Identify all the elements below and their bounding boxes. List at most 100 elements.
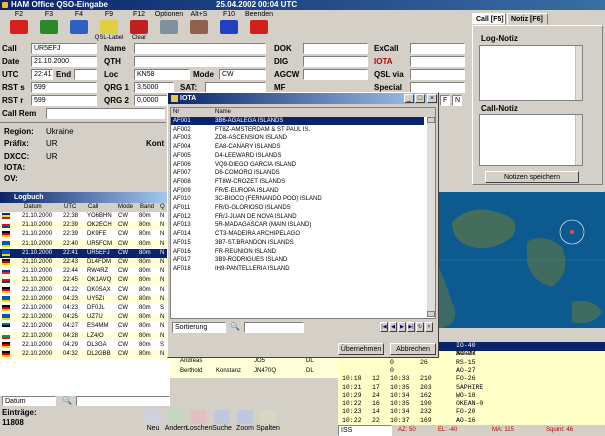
col-utc[interactable]: UTC xyxy=(64,203,76,212)
satellite-row[interactable]: 10:23 14 10:34 232 FO-20 xyxy=(338,408,605,417)
log-notiz-memo[interactable] xyxy=(479,45,583,101)
sort-select[interactable]: Sortierung xyxy=(172,322,226,333)
satellite-row[interactable]: 0 AO-27 xyxy=(338,367,605,376)
rst-s-field[interactable]: 599 xyxy=(31,82,97,93)
toolbar-button-7[interactable]: F10 xyxy=(212,10,246,40)
iota-row[interactable]: AF007 D6-COMORO ISLANDS xyxy=(171,169,424,178)
tab-call[interactable]: Call [F5] xyxy=(472,13,506,25)
table-row[interactable]: 21.10.2000 22:40 UR5FCM CW 80m N xyxy=(0,239,170,249)
close-button[interactable]: × xyxy=(427,94,437,103)
toolbar-button-8[interactable]: Beenden xyxy=(242,10,276,40)
col-band[interactable]: Band xyxy=(140,203,154,212)
iota-row[interactable]: AF003 ZD8-ASCENSION ISLAND xyxy=(171,134,424,143)
iota-row[interactable]: AF004 EA8-CANARY ISLANDS xyxy=(171,143,424,152)
iota-search-input[interactable] xyxy=(244,322,304,333)
table-row[interactable]: 21.10.2000 22:44 RW4RZ CW 80m N xyxy=(0,267,170,276)
table-row[interactable]: 22.10.2000 04:28 LZ4/O CW 80m N xyxy=(0,331,170,341)
prev-button[interactable]: ◀ xyxy=(389,322,397,332)
iota-row[interactable]: AF001 3B6-AGALEGA ISLANDS xyxy=(171,117,424,126)
spalten-button[interactable]: Spalten xyxy=(255,410,281,432)
rst-r-field[interactable]: 599 xyxy=(31,95,97,106)
table-row[interactable]: 22.10.2000 04:22 DK0SAX CW 80m N xyxy=(0,285,170,295)
col-mode[interactable]: Mode xyxy=(118,203,133,212)
call-field[interactable]: UR5EFJ xyxy=(31,43,97,54)
end-field[interactable] xyxy=(74,69,97,80)
iota-row[interactable]: AF009 FR/E-EUROPA ISLAND xyxy=(171,186,424,195)
table-row[interactable]: 21.10.2000 22:39 DK9FE CW 80m N xyxy=(0,230,170,240)
loc-field[interactable]: KN58 xyxy=(134,69,190,80)
qth-field[interactable] xyxy=(134,56,266,67)
toolbar-button-5[interactable]: Optionen xyxy=(152,10,186,40)
table-row[interactable]: 21.10.2000 22:38 YO6BHN CW 80m N xyxy=(0,212,170,221)
save-notes-button[interactable]: Notizen speichern xyxy=(485,171,579,183)
f-field[interactable]: F xyxy=(440,95,450,106)
toolbar-button-2[interactable]: F4 xyxy=(62,10,96,40)
table-row[interactable]: 22.10.2000 04:27 ES4MM CW 80m N xyxy=(0,322,170,332)
table-row[interactable]: 21.10.2000 22:39 OK2ECH CW 80m N xyxy=(0,221,170,230)
toolbar-button-4[interactable]: F12 Clear xyxy=(122,10,156,41)
name-field[interactable] xyxy=(134,43,266,54)
satellite-select[interactable]: ISS xyxy=(338,425,392,436)
iota-row[interactable]: AF002 FT8Z-AMSTERDAM & ST PAUL IS. xyxy=(171,125,424,134)
satellite-row[interactable]: 0 26 RS-15 xyxy=(338,359,605,368)
iota-rows[interactable]: AF001 3B6-AGALEGA ISLANDS AF002 FT8Z-AMSTER… xyxy=(171,117,427,317)
iota-label[interactable]: IOTA xyxy=(374,57,393,66)
table-row[interactable]: 21.10.2000 22:45 OK1AVQ CW 80m N xyxy=(0,276,170,286)
iota-list[interactable]: Nr Name AF001 3B6-AGALEGA ISLANDS AF002 FT8… xyxy=(170,107,436,319)
iota-row[interactable]: AF012 FR/J-JUAN DE NOVA ISLAND xyxy=(171,212,424,221)
date-field[interactable]: 21.10.2000 xyxy=(31,56,97,67)
cancel-nav-button[interactable]: × xyxy=(425,322,433,332)
satellite-row[interactable]: 10:18 12 10:33 210 FO-26 xyxy=(338,375,605,384)
iota-row[interactable]: AF017 3B9-RODRIGUES ISLAND xyxy=(171,256,424,265)
maximize-button[interactable]: □ xyxy=(415,94,425,103)
first-button[interactable]: |◀ xyxy=(380,322,388,332)
agcw-field[interactable] xyxy=(303,69,368,80)
utc-field[interactable]: 22:41 xyxy=(31,69,53,80)
satellite-row[interactable]: 10:22 22 10:37 169 AO-16 xyxy=(338,417,605,426)
satellite-row[interactable]: 10:21 17 10:35 203 SAPHIRE xyxy=(338,384,605,393)
col-name[interactable]: Name xyxy=(215,108,231,117)
table-row[interactable]: 22.10.2000 04:23 UY5ZI CW 80m N xyxy=(0,294,170,304)
table-row[interactable]: 22.10.2000 04:29 DL3GA CW 80m S xyxy=(0,340,170,350)
iota-scrollbar[interactable] xyxy=(427,117,435,317)
mode-field[interactable]: CW xyxy=(219,69,266,80)
n-field[interactable]: N xyxy=(452,95,462,106)
toolbar-button-3[interactable]: F9 QSL-Label xyxy=(92,10,126,41)
table-row[interactable]: 22.10.2000 04:23 DF0JL CW 80m S xyxy=(0,304,170,313)
iota-row[interactable]: AF014 CT3-MADEIRA ARCHIPELAGO xyxy=(171,230,424,239)
iota-row[interactable]: AF018 IH9-PANTELLERIA ISLAND xyxy=(171,264,424,274)
col-datum[interactable]: Datum xyxy=(24,203,42,212)
iota-row[interactable]: AF005 D4-LEEWARD ISLANDS xyxy=(171,151,424,160)
accept-button[interactable]: Übernehmen xyxy=(338,343,384,355)
refresh-button[interactable]: ↻ xyxy=(416,322,424,332)
minimize-button[interactable]: _ xyxy=(404,94,414,103)
iota-row[interactable]: AF016 FR-REUNION ISLAND xyxy=(171,247,424,256)
dok-field[interactable] xyxy=(303,43,368,54)
toolbar-button-6[interactable]: Alt+S xyxy=(182,10,216,40)
satellite-row[interactable]: 10:22 16 10:35 190 OKEAN-0 xyxy=(338,400,605,409)
call-rem-field[interactable] xyxy=(46,108,165,119)
search-input[interactable] xyxy=(76,396,170,406)
logbuch-grid[interactable]: 21.10.2000 22:38 YO6BHN CW 80m N 21.10.2000 22:… xyxy=(0,212,170,396)
toolbar-button-0[interactable]: F2 xyxy=(2,10,36,40)
next-button[interactable]: ▶ xyxy=(398,322,406,332)
iota-row[interactable]: AF015 3B7-ST.BRANDON ISLANDS xyxy=(171,238,424,247)
iota-field[interactable] xyxy=(410,56,465,67)
binoculars-icon[interactable]: 🔍 xyxy=(62,396,72,405)
dig-field[interactable] xyxy=(303,56,368,67)
search-field-select[interactable]: Datum xyxy=(2,396,56,406)
tab-notiz[interactable]: Notiz [F6] xyxy=(507,13,548,25)
table-row[interactable]: 22.10.2000 04:25 UZ7U CW 80m N xyxy=(0,313,170,322)
binoculars-icon[interactable]: 🔍 xyxy=(230,322,240,331)
last-button[interactable]: ▶| xyxy=(407,322,415,332)
iota-row[interactable]: AF006 VQ9-DIEGO GARCIA ISLAND xyxy=(171,160,424,169)
qsl-via-field[interactable] xyxy=(410,69,465,80)
excall-field[interactable] xyxy=(410,43,465,54)
iota-row[interactable]: AF010 3C-BIOCO (FERNANDO POO) ISLAND xyxy=(171,195,424,204)
col-nr[interactable]: Nr xyxy=(173,108,179,117)
table-row[interactable]: 22.10.2000 04:32 DL2GBB CW 80m N xyxy=(0,350,170,359)
col-q[interactable]: Q xyxy=(160,203,165,212)
table-row[interactable]: 21.10.2000 22:41 UR5EFJ CW 80m N xyxy=(0,248,170,258)
satellite-row[interactable]: 10:29 24 10:34 162 WO-18 xyxy=(338,392,605,401)
table-row[interactable]: 21.10.2000 22:43 DL4FDM CW 80m N xyxy=(0,258,170,267)
